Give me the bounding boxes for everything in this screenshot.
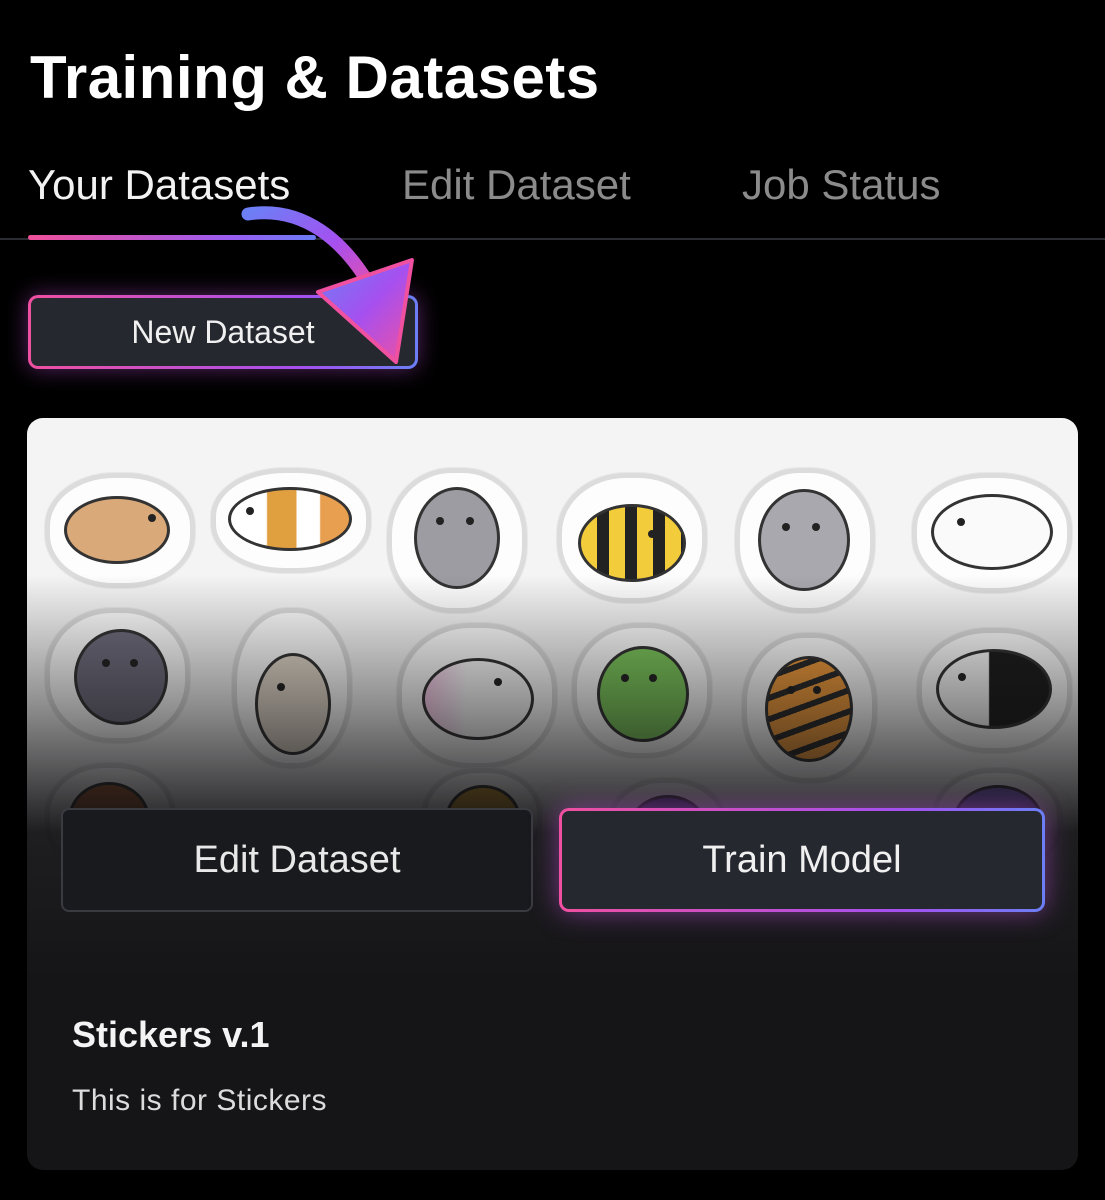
tab-edit-dataset[interactable]: Edit Dataset bbox=[402, 160, 631, 210]
dataset-card[interactable]: Edit Dataset Train Model Stickers v.1 Th… bbox=[27, 418, 1078, 1170]
training-datasets-page: Training & Datasets Your Datasets Edit D… bbox=[0, 0, 1105, 1200]
active-tab-indicator bbox=[28, 235, 316, 240]
train-model-button[interactable]: Train Model bbox=[559, 808, 1045, 912]
dataset-name: Stickers v.1 bbox=[72, 1014, 270, 1055]
tab-your-datasets[interactable]: Your Datasets bbox=[28, 160, 290, 210]
tab-job-status[interactable]: Job Status bbox=[742, 160, 940, 210]
edit-dataset-button[interactable]: Edit Dataset bbox=[61, 808, 533, 912]
dataset-description: This is for Stickers bbox=[72, 1084, 328, 1117]
page-title: Training & Datasets bbox=[30, 44, 600, 111]
tab-bar: Your Datasets Edit Dataset Job Status bbox=[0, 150, 1105, 240]
new-dataset-button[interactable]: New Dataset bbox=[28, 295, 418, 369]
